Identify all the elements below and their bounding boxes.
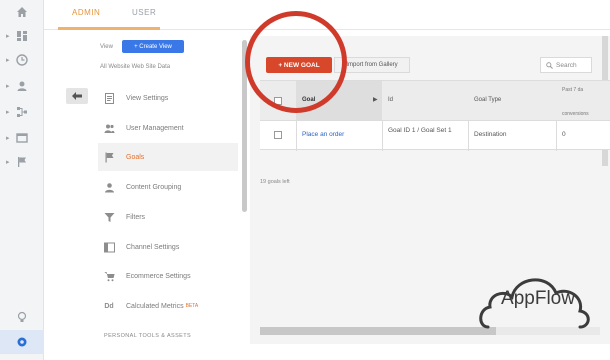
create-view-button[interactable]: + Create View	[122, 40, 184, 53]
goal-id: Goal ID 1 / Goal Set 1	[388, 127, 452, 134]
cart-icon	[102, 270, 116, 282]
person-icon	[102, 181, 116, 193]
filter-icon	[102, 211, 116, 223]
back-button[interactable]	[66, 88, 88, 104]
menu-item-label: User Management	[126, 124, 184, 132]
document-icon	[102, 92, 116, 104]
beta-badge: BETA	[185, 303, 199, 309]
column-divider	[382, 121, 383, 151]
back-arrow-icon	[72, 92, 82, 100]
goal-conversions: 0	[562, 131, 566, 138]
sort-arrow-icon[interactable]: ▶	[373, 96, 378, 103]
menu-item-channel-settings[interactable]: Channel Settings	[98, 233, 238, 261]
column-divider	[296, 121, 297, 151]
menu-item-view-settings[interactable]: View Settings	[98, 84, 238, 112]
people-icon	[102, 122, 116, 134]
menu-item-label: Ecommerce Settings	[126, 272, 191, 280]
active-tab-indicator	[58, 27, 160, 30]
dd-icon: Dd	[104, 302, 114, 310]
home-icon[interactable]	[0, 0, 44, 24]
column-divider	[556, 121, 557, 151]
view-label: View	[100, 44, 113, 50]
dashboard-icon[interactable]: ▸	[0, 24, 44, 48]
flow-icon[interactable]: ▸	[0, 100, 44, 124]
flag-icon[interactable]: ▸	[0, 150, 44, 174]
person-icon[interactable]: ▸	[0, 74, 44, 98]
menu-item-label: Goals	[126, 153, 145, 161]
table-row[interactable]: Place an order Goal ID 1 / Goal Set 1 De…	[260, 120, 610, 151]
flag-icon	[102, 151, 116, 163]
column-header-goal-type[interactable]: Goal Type	[474, 97, 501, 103]
menu-item-label: Calculated Metrics	[126, 302, 184, 310]
menu-item-label: Filters	[126, 213, 146, 221]
menu-item-goals[interactable]: Goals	[98, 143, 238, 171]
goals-left-count: 19 goals left	[260, 179, 290, 185]
clock-icon[interactable]: ▸	[0, 48, 44, 72]
column-divider	[468, 121, 469, 151]
search-icon	[546, 61, 553, 69]
tab-admin[interactable]: ADMIN	[72, 8, 100, 17]
menu-item-content-grouping[interactable]: Content Grouping	[98, 173, 238, 201]
menu-item-label: Channel Settings	[126, 243, 180, 251]
menu-item-filters[interactable]: Filters	[98, 203, 238, 231]
column-header-id[interactable]: Id	[388, 97, 393, 103]
column-header-conversions[interactable]: conversions	[562, 111, 589, 117]
search-placeholder: Search	[556, 61, 577, 69]
section-title: PERSONAL TOOLS & ASSETS	[104, 333, 192, 339]
view-selector[interactable]: All Website Web Site Data	[100, 64, 170, 70]
menu-item-label: View Settings	[126, 94, 169, 102]
column-header-past[interactable]: Past 7 da	[562, 87, 583, 93]
search-input[interactable]: Search	[540, 57, 592, 73]
watermark-text: AppFlow	[501, 288, 575, 309]
tab-user[interactable]: USER	[132, 8, 156, 17]
menu-item-label: Content Grouping	[126, 183, 182, 191]
horizontal-scrollbar-thumb[interactable]	[260, 327, 496, 335]
menu-item-ecommerce-settings[interactable]: Ecommerce Settings	[98, 262, 238, 290]
goal-type: Destination	[474, 131, 507, 138]
gear-icon[interactable]	[0, 330, 44, 354]
highlight-circle	[245, 11, 347, 113]
lightbulb-icon[interactable]	[0, 305, 44, 329]
row-checkbox[interactable]	[274, 131, 282, 139]
menu-item-calculated-metrics[interactable]: Dd Calculated Metrics BETA	[98, 292, 238, 320]
menu-item-user-management[interactable]: User Management	[98, 114, 238, 142]
channel-icon	[102, 241, 116, 253]
goal-name-link[interactable]: Place an order	[302, 131, 344, 138]
display-icon[interactable]: ▸	[0, 126, 44, 150]
left-rail: ▸ ▸ ▸ ▸ ▸ ▸	[0, 0, 44, 360]
